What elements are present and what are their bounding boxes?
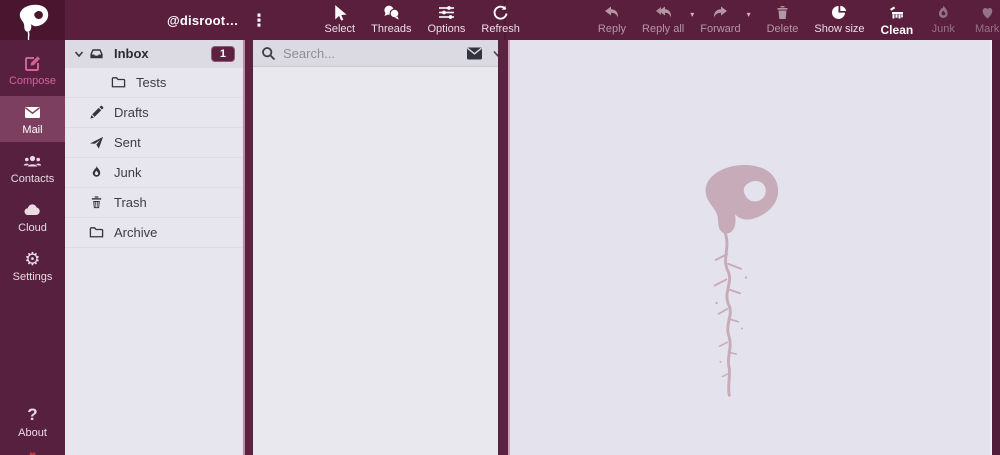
sliders-icon: [438, 4, 455, 21]
top-toolbar: @disroot… ⋮ Select Threads Options Refre…: [0, 0, 1000, 41]
app-sidebar: Compose Mail Contacts Cloud ⚙ Settings ?…: [0, 40, 65, 455]
message-list-panel: [253, 40, 502, 455]
folder-row-sent[interactable]: Sent: [65, 128, 243, 158]
heart-tag-icon: [979, 4, 996, 21]
gear-icon: ⚙: [24, 249, 41, 269]
contacts-icon: [23, 151, 42, 171]
compose-icon: [23, 53, 42, 73]
account-name[interactable]: @disroot…: [167, 13, 239, 28]
paper-plane-icon: [88, 135, 104, 151]
cursor-icon: [331, 4, 348, 21]
donate-heart-icon[interactable]: ♥: [29, 449, 36, 455]
mark-button[interactable]: Mark: [965, 0, 1000, 35]
folder-icon: [110, 75, 126, 91]
threads-button[interactable]: Threads: [363, 0, 419, 35]
folder-list: Inbox 1 Tests Drafts Sent Junk Trash Arc…: [65, 40, 243, 455]
message-toolbar: Reply Reply all ▾ Forward ▾ Delete Show …: [590, 0, 1000, 40]
pie-chart-icon: [831, 4, 848, 21]
folder-row-tests[interactable]: Tests: [65, 68, 243, 98]
refresh-icon: [492, 4, 509, 21]
junk-button[interactable]: Junk: [921, 0, 965, 35]
question-mark-icon: ?: [27, 405, 38, 424]
folder-row-drafts[interactable]: Drafts: [65, 98, 243, 128]
kebab-menu-icon[interactable]: ⋮: [248, 10, 271, 31]
sidebar-item-contacts[interactable]: Contacts: [0, 145, 65, 191]
chat-bubbles-icon: [383, 4, 400, 21]
forward-icon: [712, 4, 729, 21]
unread-count-badge: 1: [210, 45, 235, 62]
sidebar-item-about[interactable]: ? About: [0, 399, 65, 445]
reply-button[interactable]: Reply: [590, 0, 634, 35]
message-list-empty[interactable]: [253, 67, 498, 455]
cloud-icon: [23, 200, 42, 220]
sidebar-item-cloud[interactable]: Cloud: [0, 194, 65, 240]
fire-icon: [88, 165, 104, 181]
reply-icon: [603, 4, 620, 21]
clean-button[interactable]: Clean: [873, 0, 922, 37]
pencil-icon: [88, 105, 104, 121]
trash-icon: [774, 4, 791, 21]
reply-all-button[interactable]: Reply all ▾: [634, 0, 694, 35]
forward-button[interactable]: Forward ▾: [692, 0, 751, 35]
disroot-logo[interactable]: [0, 0, 65, 41]
trash-icon: [88, 195, 104, 211]
reply-all-icon: [655, 4, 672, 21]
window-right-border: [990, 40, 1000, 455]
folder-row-archive[interactable]: Archive: [65, 218, 243, 248]
refresh-button[interactable]: Refresh: [473, 0, 528, 35]
show-size-button[interactable]: Show size: [806, 0, 872, 35]
options-button[interactable]: Options: [419, 0, 473, 35]
compose-button[interactable]: Compose: [0, 47, 65, 93]
folder-row-inbox[interactable]: Inbox 1: [65, 40, 243, 68]
fire-icon: [935, 4, 952, 21]
mail-envelope-icon: [23, 102, 42, 122]
folder-row-junk[interactable]: Junk: [65, 158, 243, 188]
panel-splitter-right[interactable]: [498, 40, 510, 455]
inbox-tray-icon: [88, 46, 104, 62]
chevron-down-icon[interactable]: [72, 49, 86, 59]
select-button[interactable]: Select: [317, 0, 364, 35]
disroot-d-icon: [19, 4, 48, 41]
panel-splitter-left[interactable]: [243, 40, 253, 455]
search-bar: [253, 40, 502, 67]
main-layout: Compose Mail Contacts Cloud ⚙ Settings ?…: [0, 40, 1000, 455]
reading-pane[interactable]: [510, 40, 990, 455]
list-toolbar: Select Threads Options Refresh: [317, 0, 528, 40]
search-icon: [261, 46, 276, 61]
search-scope-envelope-icon[interactable]: [466, 46, 483, 61]
delete-button[interactable]: Delete: [759, 0, 807, 35]
forward-menu-caret-icon[interactable]: ▾: [747, 10, 751, 19]
sidebar-item-mail[interactable]: Mail: [0, 96, 65, 142]
folder-icon: [88, 225, 104, 241]
account-area: @disroot… ⋮: [167, 0, 271, 40]
search-input[interactable]: [283, 45, 459, 61]
folder-row-trash[interactable]: Trash: [65, 188, 243, 218]
sidebar-item-settings[interactable]: ⚙ Settings: [0, 243, 65, 289]
disroot-watermark-icon: [705, 164, 779, 397]
broom-icon: [888, 4, 905, 21]
